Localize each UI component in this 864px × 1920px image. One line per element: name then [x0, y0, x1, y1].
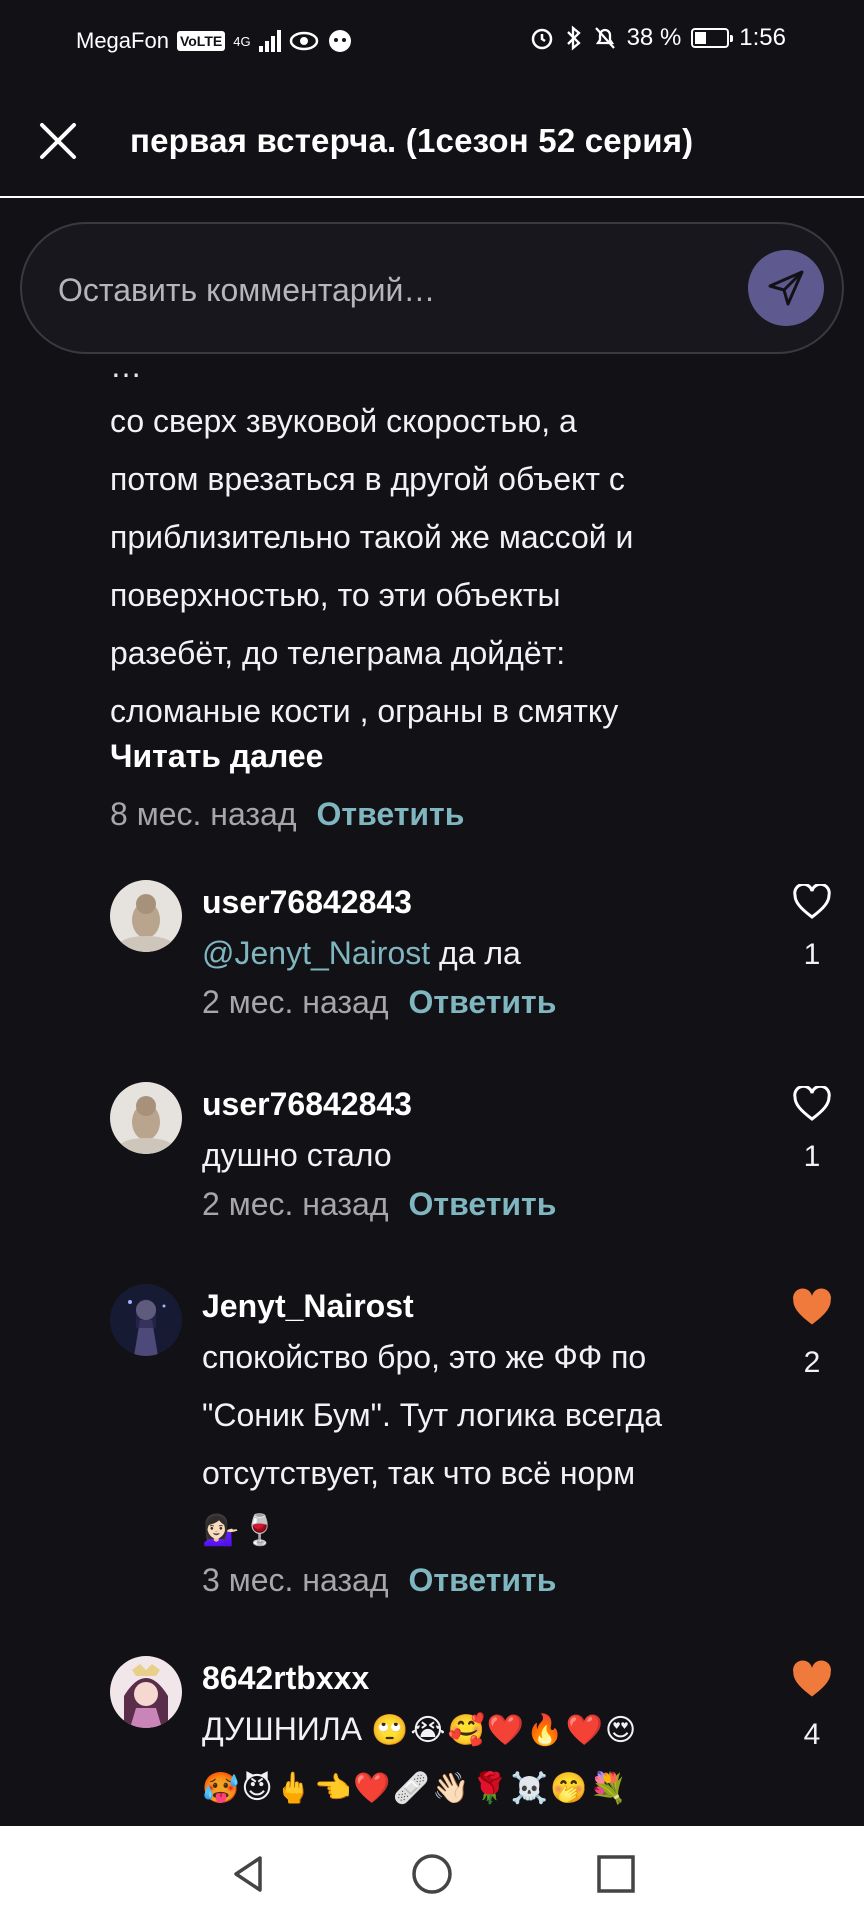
reply-button[interactable]: Ответить [409, 1186, 557, 1223]
reply-item: user76842843 @Jenyt_Nairost да ла 2 мес.… [110, 880, 850, 1030]
reply-text: @Jenyt_Nairost да ла [202, 924, 762, 982]
status-bar: MegaFon VoLTE 4G 38 % 1:56 [0, 0, 864, 84]
heart-filled-icon [793, 1288, 831, 1325]
reply-button[interactable]: Ответить [317, 796, 465, 833]
avatar[interactable] [110, 1284, 182, 1356]
parent-comment-meta: 8 мес. назад Ответить [110, 796, 464, 833]
recents-button[interactable] [590, 1848, 642, 1900]
close-icon [40, 123, 76, 159]
avatar[interactable] [110, 1082, 182, 1154]
username[interactable]: user76842843 [202, 880, 762, 924]
parent-line: поверхностью, то эти объекты [110, 577, 561, 613]
parent-line: сломаные кости , ограны в смятку [110, 693, 619, 729]
battery-percent: 38 % [626, 24, 682, 51]
reply-line: спокойство бро, это же ФФ по [202, 1339, 647, 1375]
reply-body: user76842843 душно стало 2 мес. назад От… [202, 1082, 762, 1223]
back-triangle-icon [234, 1856, 262, 1892]
reply-item: user76842843 душно стало 2 мес. назад От… [110, 1082, 850, 1232]
reply-text: душно стало [202, 1137, 392, 1173]
send-button[interactable] [748, 250, 824, 326]
reply-meta: 2 мес. назад Ответить [202, 1186, 762, 1223]
alarm-icon [531, 28, 552, 50]
comment-input[interactable] [58, 260, 738, 320]
like-count: 1 [803, 938, 821, 971]
reply-line: "Соник Бум". Тут логика всегда [202, 1397, 662, 1433]
mute-icon [594, 27, 615, 49]
signal-icon [258, 30, 281, 52]
reply-text-content: ДУШНИЛА [202, 1711, 363, 1747]
carrier-name: MegaFon [76, 28, 169, 53]
reply-button[interactable]: Ответить [409, 984, 557, 1021]
recents-square-icon [597, 1855, 635, 1893]
like-count: 4 [803, 1718, 821, 1751]
reply-text-content: да ла [430, 935, 521, 971]
parent-comment-text: со сверх звуковой скоростью, а потом вре… [110, 392, 750, 740]
reply-body: user76842843 @Jenyt_Nairost да ла 2 мес.… [202, 880, 762, 1021]
like-button[interactable]: 1 [788, 884, 836, 972]
parent-comment-cut-line: … [110, 356, 142, 384]
like-button[interactable]: 2 [788, 1288, 836, 1380]
like-button[interactable]: 1 [788, 1086, 836, 1174]
send-icon [768, 270, 804, 306]
emoji-inline: 🙄😭🥰❤️🔥❤️😍 [371, 1713, 639, 1748]
parent-line: потом врезаться в другой объект с [110, 461, 625, 497]
network-type: 4G [233, 33, 251, 49]
status-right: 38 % 1:56 [529, 24, 786, 52]
page-title: первая встерча. (1сезон 52 серия) [130, 122, 694, 159]
reply-body: Jenyt_Nairost спокойство бро, это же ФФ … [202, 1284, 762, 1599]
reply-line: отсутствует, так что всё норм [202, 1455, 636, 1491]
home-button[interactable] [406, 1848, 458, 1900]
like-count: 2 [803, 1346, 821, 1379]
emoji-line: 💁🏻‍♀️🍷 [202, 1513, 281, 1548]
like-count: 1 [803, 1140, 821, 1173]
username[interactable]: 8642rtbxxx [202, 1656, 762, 1700]
reply-meta: 3 мес. назад Ответить [202, 1562, 762, 1599]
comment-composer [20, 222, 844, 354]
comment-time: 2 мес. назад [202, 1186, 389, 1222]
read-more-link[interactable]: Читать далее [110, 738, 323, 775]
parent-line: разебёт, до телеграма дойдёт: [110, 635, 566, 671]
heart-outline-icon [793, 1086, 831, 1121]
heart-filled-icon [793, 1660, 831, 1697]
parent-line: со сверх звуковой скоростью, а [110, 403, 577, 439]
comments-feed[interactable]: … со сверх звуковой скоростью, а потом в… [0, 356, 864, 1826]
back-button[interactable] [222, 1848, 274, 1900]
reply-item: 8642rtbxxx ДУШНИЛА 🙄😭🥰❤️🔥❤️😍 🥵😈🖕👈❤️🩹👋🏻🌹☠… [110, 1656, 850, 1826]
username[interactable]: Jenyt_Nairost [202, 1284, 762, 1328]
reply-meta: 2 мес. назад Ответить [202, 984, 762, 1021]
comment-time: 2 мес. назад [202, 984, 389, 1020]
mention-link[interactable]: @Jenyt_Nairost [202, 935, 430, 971]
reply-text: спокойство бро, это же ФФ по "Соник Бум"… [202, 1328, 762, 1560]
battery-icon [691, 28, 734, 48]
status-left: MegaFon VoLTE 4G [76, 28, 353, 54]
comment-time: 3 мес. назад [202, 1562, 389, 1598]
eye-icon [289, 31, 318, 51]
like-button[interactable]: 4 [788, 1660, 836, 1752]
face-icon [328, 30, 351, 52]
avatar[interactable] [110, 1656, 182, 1728]
reply-text: ДУШНИЛА 🙄😭🥰❤️🔥❤️😍 🥵😈🖕👈❤️🩹👋🏻🌹☠️🤭💐 [202, 1700, 762, 1818]
reply-body: 8642rtbxxx ДУШНИЛА 🙄😭🥰❤️🔥❤️😍 🥵😈🖕👈❤️🩹👋🏻🌹☠… [202, 1656, 762, 1818]
comments-header: первая встерча. (1сезон 52 серия) [0, 84, 864, 198]
comment-time: 8 мес. назад [110, 796, 297, 832]
home-circle-icon [412, 1854, 452, 1894]
system-nav-bar [0, 1826, 864, 1920]
emoji-line: 🥵😈🖕👈❤️🩹👋🏻🌹☠️🤭💐 [202, 1771, 629, 1806]
heart-outline-icon [793, 884, 831, 919]
reply-button[interactable]: Ответить [409, 1562, 557, 1599]
bluetooth-icon [566, 25, 581, 51]
volte-badge: VoLTE [176, 31, 226, 51]
reply-item: Jenyt_Nairost спокойство бро, это же ФФ … [110, 1284, 850, 1604]
parent-line: приблизительно такой же массой и [110, 519, 634, 555]
avatar[interactable] [110, 880, 182, 952]
username[interactable]: user76842843 [202, 1082, 762, 1126]
clock: 1:56 [739, 24, 786, 51]
close-button[interactable] [34, 117, 82, 165]
